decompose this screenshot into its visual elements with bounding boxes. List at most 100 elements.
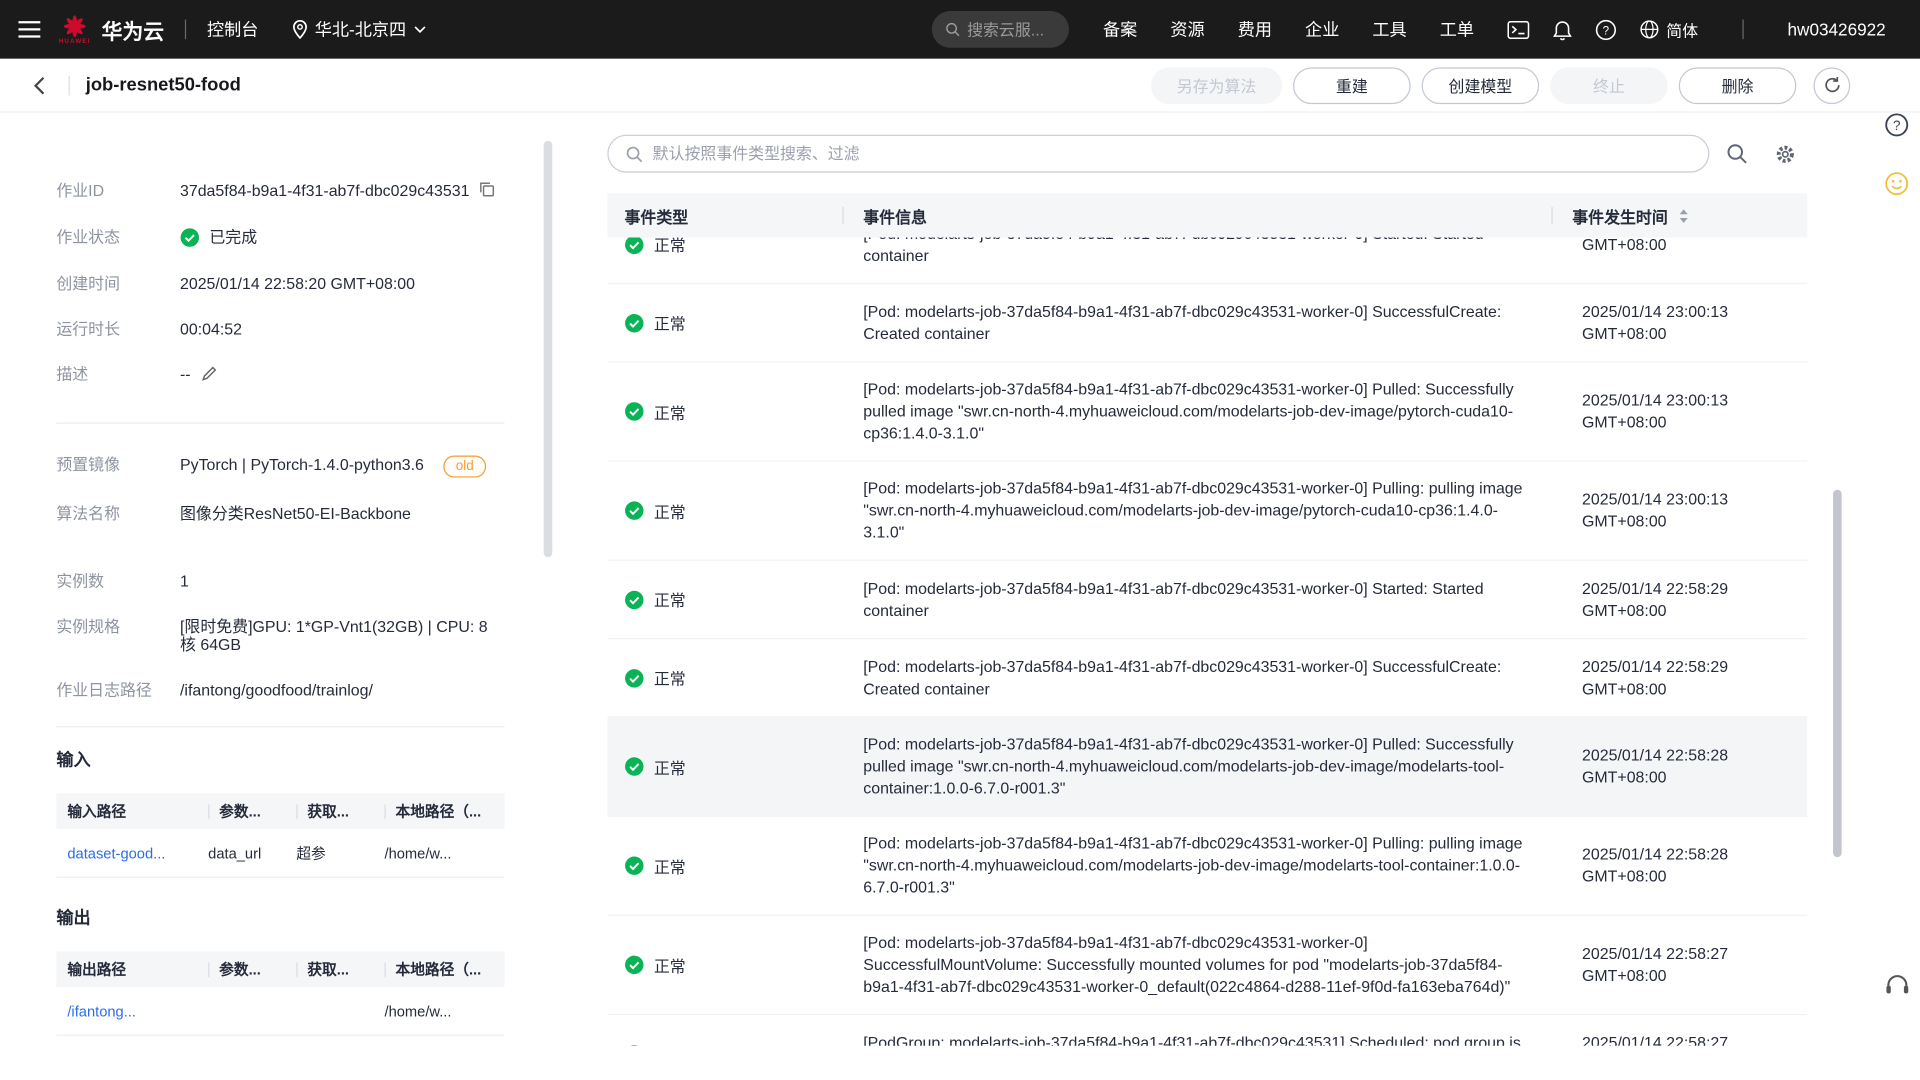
global-search[interactable] [932,11,1069,48]
output-path-link[interactable]: /ifantong... [56,1002,197,1019]
nav-item-filing[interactable]: 备案 [1103,17,1137,41]
event-row[interactable]: 正常 [Pod: modelarts-job-37da5f84-b9a1-4f3… [607,916,1807,1015]
job-detail-panel: 作业ID 37da5f84-b9a1-4f31-ab7f-dbc029c4353… [0,113,563,1041]
field-label: 作业日志路径 [56,681,180,699]
instance-spec-value: [限时免费]GPU: 1*GP-Vnt1(32GB) | CPU: 8 核 64… [180,617,504,654]
global-search-input[interactable] [967,20,1055,38]
field-label: 算法名称 [56,504,180,522]
events-table-header: 事件类型 事件信息 事件发生时间 [607,193,1807,237]
huawei-wordmark: HUAWEI [59,39,91,45]
output-section-title: 输出 [56,905,538,929]
search-icon [626,145,643,162]
feedback-smiley-icon[interactable] [1882,169,1911,198]
event-time: 2025/01/14 23:00:13 GMT+08:00 [1551,301,1807,345]
event-time: 2025/01/14 23:00:13 GMT+08:00 [1551,389,1807,433]
event-time: 2025/01/14 22:58:28 GMT+08:00 [1551,844,1807,888]
event-status-cell: 正常 [607,755,842,778]
rebuild-button[interactable]: 重建 [1293,67,1411,104]
back-button[interactable] [0,75,53,95]
region-selector[interactable]: 华北-北京四 [293,17,426,41]
table-settings-gear-icon[interactable] [1774,143,1796,165]
edit-pencil-icon[interactable] [200,365,217,386]
field-label: 运行时长 [56,320,180,338]
events-search-box[interactable] [607,135,1709,173]
col-source: 获取... [307,801,349,822]
event-status-cell: 正常 [607,666,842,689]
field-label: 作业ID [56,181,180,201]
field-algorithm-name: 算法名称 图像分类ResNet50-EI-Backbone [56,504,538,522]
events-search-input[interactable] [653,144,1691,162]
event-time: 2025/01/14 22:58:28 GMT+08:00 [1551,744,1807,788]
bell-icon[interactable] [1552,19,1572,40]
language-selector[interactable]: 简体 [1639,18,1698,41]
left-panel-scrollbar[interactable] [544,141,553,557]
help-icon[interactable]: ? [1595,19,1616,40]
hamburger-menu-icon[interactable] [0,21,59,38]
field-job-id: 作业ID 37da5f84-b9a1-4f31-ab7f-dbc029c4353… [56,181,538,201]
refresh-button[interactable] [1813,67,1850,104]
account-menu[interactable]: hw03426922 [1788,20,1920,40]
help-float-icon[interactable]: ? [1882,110,1911,139]
event-time: 2025/01/14 22:58:27 GMT+08:00 [1551,1032,1807,1046]
create-model-button[interactable]: 创建模型 [1422,67,1540,104]
event-row[interactable]: 正常 [Pod: modelarts-job-37da5f84-b9a1-4f3… [607,462,1807,561]
event-row[interactable]: 正常 [Pod: modelarts-job-37da5f84-b9a1-4f3… [607,639,1807,717]
globe-icon [1639,20,1659,40]
nav-item-enterprise[interactable]: 企业 [1305,17,1339,41]
event-row[interactable]: 正常 [PodGroup: modelarts-job-37da5f84-b9a… [607,1015,1807,1046]
event-status-cell: 正常 [607,953,842,976]
console-link[interactable]: 控制台 [207,17,258,41]
event-row[interactable]: 正常 [Pod: modelarts-job-37da5f84-b9a1-4f3… [607,284,1807,362]
nav-item-resources[interactable]: 资源 [1170,17,1204,41]
brand-name[interactable]: 华为云 [102,14,164,45]
input-local-path: /home/w... [373,844,504,861]
input-table-header: 输入路径 参数... 获取... 本地路径（... [56,793,504,829]
terminate-button[interactable]: 终止 [1550,67,1668,104]
refresh-icon [1823,76,1841,94]
event-status-label: 正常 [654,400,686,423]
input-section-title: 输入 [56,747,538,771]
nav-item-billing[interactable]: 费用 [1238,17,1272,41]
search-submit-icon[interactable] [1727,143,1748,164]
nav-item-tickets[interactable]: 工单 [1440,17,1474,41]
event-status-cell: 正常 [607,588,842,611]
field-job-status: 作业状态 已完成 [56,228,538,248]
job-id-value: 37da5f84-b9a1-4f31-ab7f-dbc029c43531 [180,181,469,199]
algorithm-link[interactable]: 图像分类ResNet50-EI-Backbone [180,504,411,522]
field-label: 实例规格 [56,617,180,654]
event-message: [Pod: modelarts-job-37da5f84-b9a1-4f31-a… [842,301,1551,345]
event-row[interactable]: 正常 [Pod: modelarts-job-37da5f84-b9a1-4f3… [607,817,1807,916]
event-status-label: 正常 [654,588,686,611]
event-row[interactable]: 正常 [Pod: modelarts-job-37da5f84-b9a1-4f3… [607,718,1807,817]
col-param: 参数... [219,959,261,980]
log-path-link[interactable]: /ifantong/goodfood/trainlog/ [180,681,373,699]
field-label: 实例数 [56,572,180,590]
field-duration: 运行时长 00:04:52 [56,320,538,338]
success-check-icon [624,1044,644,1046]
event-row[interactable]: 正常 [Pod: modelarts-job-37da5f84-b9a1-4f3… [607,362,1807,461]
delete-button[interactable]: 删除 [1679,67,1797,104]
event-row[interactable]: 正常 [Pod: modelarts-job-37da5f84-b9a1-4f3… [607,238,1807,285]
support-headset-icon[interactable] [1882,970,1911,999]
event-status-label: 正常 [654,854,686,877]
success-check-icon [624,856,644,876]
event-message: [Pod: modelarts-job-37da5f84-b9a1-4f31-a… [842,733,1551,799]
output-table: 输出路径 参数... 获取... 本地路径（... /ifantong... /… [56,951,504,1035]
huawei-logo[interactable]: HUAWEI [59,14,91,45]
col-local-path: 本地路径（... [396,801,482,822]
events-scrollbar[interactable] [1833,490,1842,857]
chevron-down-icon [413,26,425,33]
event-time: GMT+08:00 [1551,238,1807,256]
input-path-link[interactable]: dataset-good... [56,844,197,861]
event-status-cell: 正常 [607,499,842,522]
event-row[interactable]: 正常 [Pod: modelarts-job-37da5f84-b9a1-4f3… [607,561,1807,639]
nav-item-tools[interactable]: 工具 [1372,17,1406,41]
save-as-algorithm-button[interactable]: 另存为算法 [1151,67,1282,104]
description-value: -- [180,365,191,383]
event-status-label: 正常 [654,755,686,778]
input-source: 超参 [285,842,373,863]
copy-icon[interactable] [479,181,495,201]
divider [56,422,504,423]
sort-icon[interactable] [1679,209,1689,222]
terminal-icon[interactable] [1507,20,1529,38]
